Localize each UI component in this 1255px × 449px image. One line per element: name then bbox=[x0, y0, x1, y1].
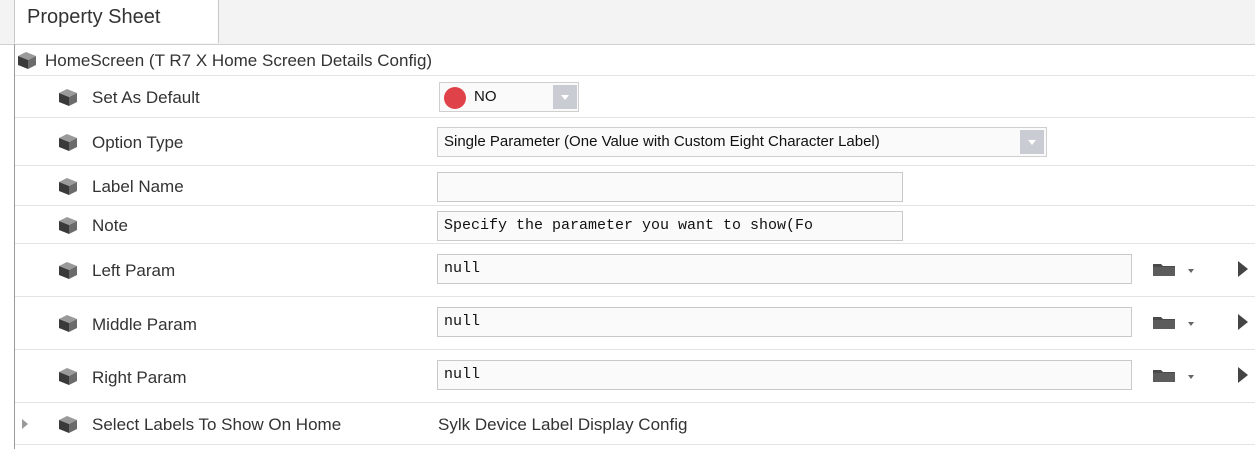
option-type-label: Option Type bbox=[92, 133, 184, 152]
property-row-middle-param: Middle Param null bbox=[15, 297, 1255, 350]
tab-label: Property Sheet bbox=[27, 6, 161, 28]
property-sheet-window: Property Sheet HomeScreen (T R7 X Home S… bbox=[0, 0, 1255, 449]
folder-icon[interactable] bbox=[1152, 261, 1176, 277]
property-row-label-name: Label Name bbox=[15, 166, 1255, 206]
middle-param-label: Middle Param bbox=[92, 315, 197, 334]
property-row-set-as-default: Set As Default NO bbox=[15, 76, 1255, 118]
play-arrow-icon[interactable] bbox=[1238, 314, 1248, 330]
expand-arrow-icon[interactable] bbox=[22, 419, 28, 429]
option-type-select[interactable]: Single Parameter (One Value with Custom … bbox=[437, 127, 1047, 157]
chevron-down-icon[interactable] bbox=[1188, 269, 1194, 273]
property-row-option-type: Option Type Single Parameter (One Value … bbox=[15, 118, 1255, 166]
folder-icon[interactable] bbox=[1152, 367, 1176, 383]
play-arrow-icon[interactable] bbox=[1238, 367, 1248, 383]
tab-property-sheet[interactable]: Property Sheet bbox=[14, 0, 219, 43]
play-arrow-icon[interactable] bbox=[1238, 261, 1248, 277]
left-param-input[interactable]: null bbox=[437, 254, 1132, 284]
root-row[interactable]: HomeScreen (T R7 X Home Screen Details C… bbox=[15, 44, 1255, 76]
option-type-value: Single Parameter (One Value with Custom … bbox=[444, 133, 880, 150]
folder-icon[interactable] bbox=[1152, 314, 1176, 330]
chevron-down-icon[interactable] bbox=[553, 85, 577, 109]
label-name-input[interactable] bbox=[437, 172, 903, 202]
property-row-right-param: Right Param null bbox=[15, 350, 1255, 403]
right-param-label: Right Param bbox=[92, 368, 187, 387]
set-as-default-select[interactable]: NO bbox=[439, 82, 579, 112]
label-name-label: Label Name bbox=[92, 177, 184, 196]
middle-param-input[interactable]: null bbox=[437, 307, 1132, 337]
component-cube-icon bbox=[59, 315, 77, 332]
left-param-label: Left Param bbox=[92, 261, 176, 280]
component-cube-icon bbox=[59, 368, 77, 385]
component-cube-icon bbox=[59, 134, 77, 151]
component-cube-icon bbox=[59, 217, 77, 234]
property-row-left-param: Left Param null bbox=[15, 244, 1255, 297]
note-input[interactable]: Specify the parameter you want to show(F… bbox=[437, 211, 903, 241]
chevron-down-icon[interactable] bbox=[1188, 322, 1194, 326]
component-cube-icon bbox=[59, 178, 77, 195]
component-cube-icon bbox=[59, 89, 77, 106]
note-label: Note bbox=[92, 216, 128, 235]
right-param-input[interactable]: null bbox=[437, 360, 1132, 390]
tab-strip: Property Sheet bbox=[0, 0, 1255, 45]
set-as-default-value: NO bbox=[474, 88, 497, 105]
root-label: HomeScreen (T R7 X Home Screen Details C… bbox=[45, 51, 433, 70]
chevron-down-icon[interactable] bbox=[1188, 375, 1194, 379]
property-row-note: Note Specify the parameter you want to s… bbox=[15, 206, 1255, 244]
set-as-default-label: Set As Default bbox=[92, 88, 200, 107]
component-cube-icon bbox=[59, 262, 77, 279]
property-row-select-labels[interactable]: Select Labels To Show On Home Sylk Devic… bbox=[15, 403, 1255, 445]
red-status-dot-icon bbox=[444, 87, 466, 109]
select-labels-value: Sylk Device Label Display Config bbox=[438, 415, 688, 434]
chevron-down-icon[interactable] bbox=[1020, 130, 1044, 154]
component-cube-icon bbox=[18, 52, 36, 69]
select-labels-label: Select Labels To Show On Home bbox=[92, 415, 342, 434]
component-cube-icon bbox=[59, 416, 77, 433]
